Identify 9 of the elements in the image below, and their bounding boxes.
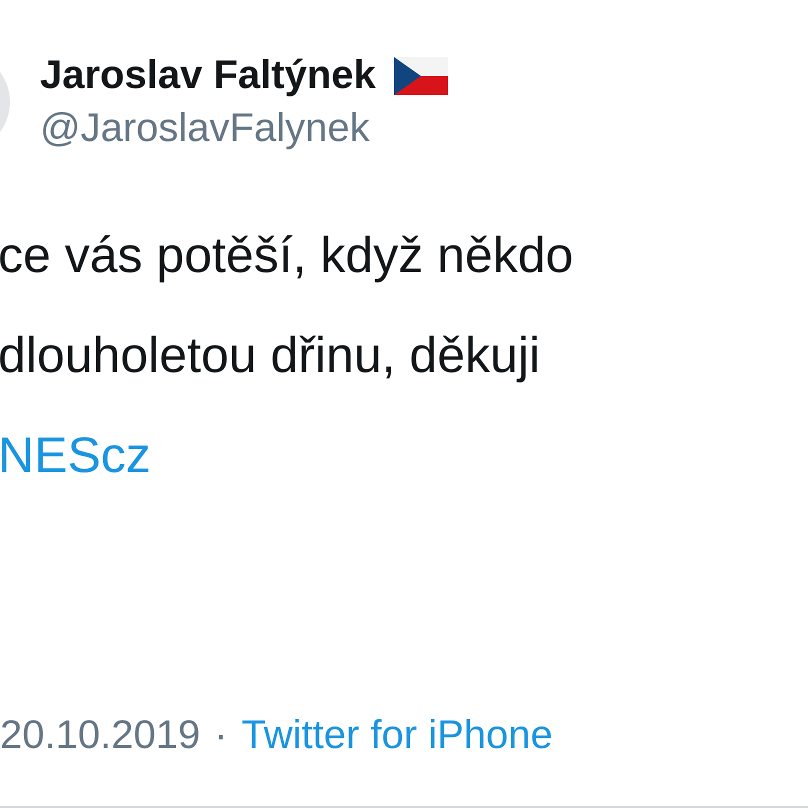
tweet-text: ce vás potěší, když někdo (0, 226, 574, 285)
author-name: Jaroslav Faltýnek (40, 53, 376, 98)
hashtag-link[interactable]: NEScz (0, 424, 808, 486)
flag-icon (394, 56, 448, 94)
tweet-date: 20.10.2019 (0, 713, 200, 758)
author-handle: @JaroslavFalynek (40, 106, 371, 151)
source-link[interactable]: Twitter for iPhone (242, 713, 553, 758)
separator-dot: · (214, 713, 228, 758)
tweet-text: dlouholetou dřinu, děkuji (0, 326, 542, 385)
